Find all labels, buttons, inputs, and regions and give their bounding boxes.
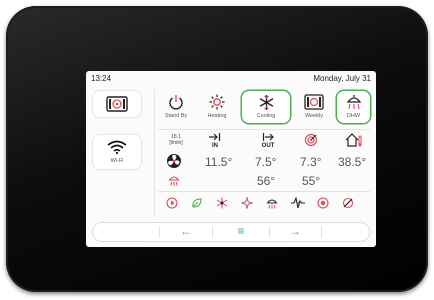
heat-pump-icon — [93, 96, 141, 117]
target-icon — [304, 133, 318, 152]
fan-icon — [166, 153, 182, 174]
defrost-icon[interactable] — [216, 197, 228, 209]
eco-leaf-icon[interactable] — [191, 197, 203, 209]
menu-button[interactable]: ≡ — [221, 223, 261, 241]
current-date: Monday, July 31 — [313, 74, 371, 83]
wifi-card[interactable]: Wi-Fi — [93, 135, 141, 169]
flow-unit: [l/min] — [169, 139, 183, 146]
arrow-in-icon — [209, 133, 221, 141]
mode-label: Stand By — [164, 113, 188, 119]
status-bar: 13:24 Monday, July 31 — [91, 74, 371, 86]
house-temp: 38.5° — [338, 155, 367, 169]
function-icons — [160, 195, 370, 211]
clock-time: 13:24 — [91, 74, 112, 83]
wifi-label: Wi-Fi — [110, 158, 124, 164]
mode-label: Weekly — [305, 113, 323, 119]
mode-standby[interactable]: Stand By — [158, 91, 194, 125]
power-icon — [158, 94, 194, 115]
out-label: OUT — [261, 142, 275, 149]
bottom-navigation: ← ≡ → — [92, 222, 370, 242]
outlet-header: OUT — [257, 133, 279, 149]
mode-label: Heating — [207, 113, 227, 119]
fan-outlet-temp: 7.5° — [255, 155, 277, 169]
inlet-header: IN — [204, 133, 226, 149]
back-button[interactable]: ← — [166, 223, 206, 241]
mode-cooling[interactable]: Cooling — [242, 91, 290, 123]
dhw-target-temp: 55° — [302, 174, 321, 188]
nav-divider — [321, 226, 322, 238]
nav-divider — [212, 226, 213, 238]
pump-pulse-icon[interactable] — [291, 197, 305, 209]
mode-heating[interactable]: Heating — [199, 91, 235, 125]
wifi-icon — [93, 140, 141, 159]
antilegionella-icon[interactable] — [241, 197, 253, 209]
mode-label: Cooling — [256, 113, 276, 119]
arrow-out-icon — [262, 133, 274, 141]
sun-icon — [199, 94, 235, 115]
play-icon[interactable] — [166, 197, 178, 209]
forward-button[interactable]: → — [275, 223, 315, 241]
dhw-heater-icon[interactable] — [266, 197, 278, 209]
house-temp-icon — [345, 133, 363, 152]
fan-inlet-temp: 11.5° — [205, 155, 233, 169]
mode-dhw[interactable]: DHW — [337, 91, 370, 123]
touch-screen: 13:24 Monday, July 31 Wi-Fi Stand By Hea… — [86, 71, 376, 247]
row-divider — [158, 191, 370, 192]
shower-small-icon — [168, 173, 180, 191]
nav-divider — [159, 226, 160, 238]
flow-reading: 18.1 [l/min] — [161, 134, 191, 146]
column-divider — [154, 89, 155, 217]
thermostat-device: 13:24 Monday, July 31 Wi-Fi Stand By Hea… — [6, 6, 428, 292]
calendar-icon — [296, 94, 332, 115]
row-divider — [158, 129, 370, 130]
settings-edit-icon[interactable] — [342, 197, 354, 209]
target-temp: 7.3° — [300, 155, 322, 169]
in-label: IN — [212, 142, 218, 149]
power-meter-icon[interactable] — [317, 197, 329, 209]
mode-weekly[interactable]: Weekly — [296, 91, 332, 125]
unit-card[interactable] — [93, 91, 141, 117]
nav-divider — [269, 226, 270, 238]
dhw-outlet-temp: 56° — [257, 174, 276, 188]
mode-label: DHW — [346, 113, 361, 119]
